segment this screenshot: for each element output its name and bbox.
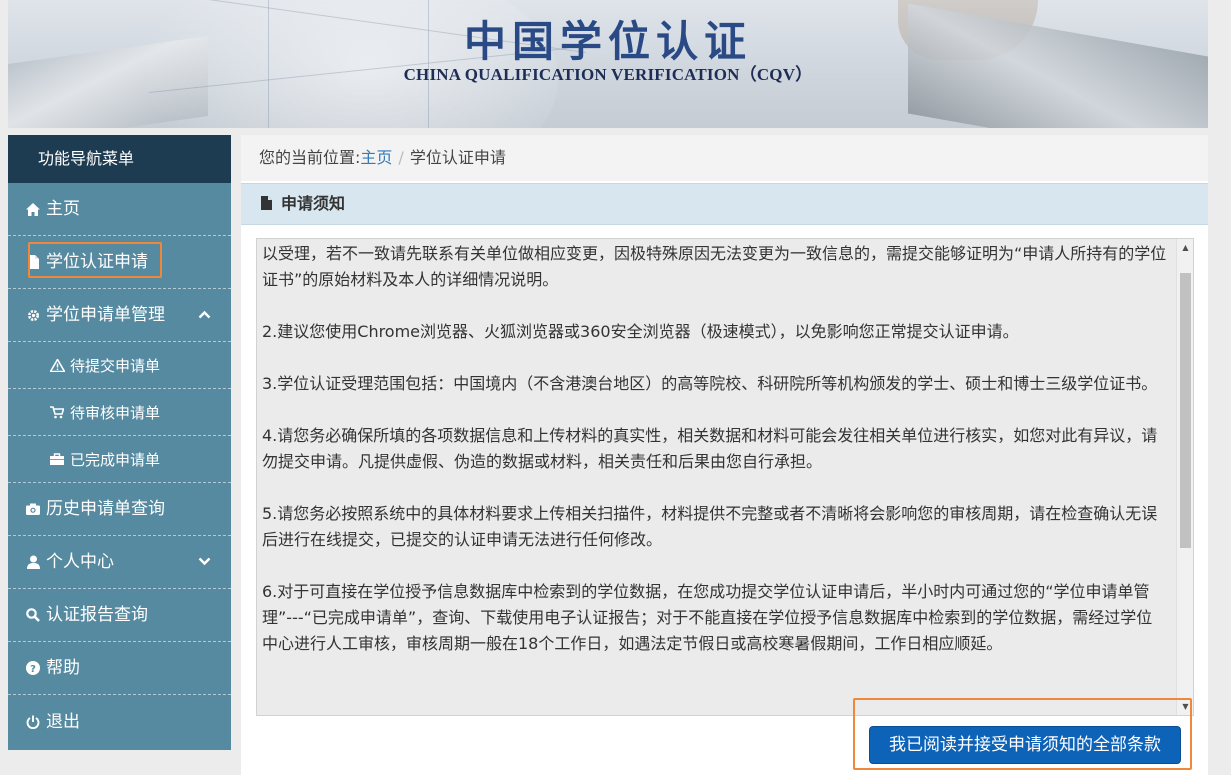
breadcrumb-home-link[interactable]: 主页 [360,148,392,167]
sidebar-subitem-pending-review[interactable]: 待审核申请单 [8,389,231,436]
sidebar-item-degree-application[interactable]: 学位认证申请 [8,236,231,289]
warning-icon [48,358,66,372]
terms-paragraph: 4.请您务必确保所填的各项数据信息和上传材料的真实性，相关数据和材料可能会发往相… [262,426,1158,471]
breadcrumb: 您的当前位置:主页 / 学位认证申请 [241,135,1208,181]
scrollbar-thumb[interactable] [1180,273,1191,548]
sidebar-item-home[interactable]: 主页 [8,183,231,236]
sidebar-item-label: 学位申请单管理 [46,305,165,325]
terms-paragraph: 3.学位认证受理范围包括：中国境内（不含港澳台地区）的高等院校、科研院所等机构颁… [262,374,1158,393]
svg-text:?: ? [30,664,36,675]
breadcrumb-prefix: 您的当前位置: [259,148,361,167]
sidebar-item-label: 历史申请单查询 [46,499,165,519]
gear-icon [24,309,42,322]
sidebar-item-application-management[interactable]: 学位申请单管理 [8,289,231,342]
power-icon [24,715,42,729]
chevron-down-icon [198,536,211,588]
chevron-up-icon [198,289,211,341]
sidebar-item-label: 帮助 [46,658,80,678]
terms-paragraph: 6.对于可直接在学位授予信息数据库中检索到的学位数据，在您成功提交学位认证申请后… [262,582,1153,653]
highlight-box [853,698,1192,770]
vertical-scrollbar[interactable]: ▲ ▼ [1176,239,1193,715]
camera-icon [24,503,42,515]
sidebar-item-logout[interactable]: 退出 [8,695,231,748]
search-icon [24,608,42,622]
sidebar-item-personal-center[interactable]: 个人中心 [8,536,231,589]
terms-paragraph: 1.关于学位获得者本人提供认证服务，申请人提交的学位证书所载明的个人信息与注册时… [262,244,1167,289]
sidebar-nav: 功能导航菜单 主页 学位认证申请 学位申请单管理 待提交申请单 待审核申请单 已… [8,135,231,750]
sidebar-subitem-pending-submit[interactable]: 待提交申请单 [8,342,231,389]
terms-content: 1.关于学位获得者本人提供认证服务，申请人提交的学位证书所载明的个人信息与注册时… [262,239,1167,683]
site-title-en: CHINA QUALIFICATION VERIFICATION（CQV） [403,65,813,84]
breadcrumb-separator: / [398,148,404,167]
user-icon [24,555,42,569]
sidebar-header: 功能导航菜单 [8,135,231,183]
cart-icon [48,405,66,419]
sidebar-item-history-query[interactable]: 历史申请单查询 [8,483,231,536]
sidebar-item-label: 认证报告查询 [46,605,148,625]
breadcrumb-current: 学位认证申请 [409,148,506,167]
sidebar-item-label: 退出 [46,711,80,732]
sidebar-subitem-label: 待审核申请单 [70,403,161,422]
sidebar-item-label: 主页 [46,199,80,219]
home-icon [24,202,42,216]
highlight-box [28,242,162,278]
scroll-up-arrow-icon[interactable]: ▲ [1177,239,1193,256]
briefcase-icon [48,453,66,465]
help-icon: ? [24,661,42,675]
sidebar-subitem-label: 待提交申请单 [70,356,161,375]
terms-paragraph: 5.请您务必按照系统中的具体材料要求上传相关扫描件，材料提供不完整或者不清晰将会… [262,504,1158,549]
sidebar-item-help[interactable]: ? 帮助 [8,642,231,695]
main-content: 您的当前位置:主页 / 学位认证申请 申请须知 1.关于学位获得者本人提供认证服务，… [241,135,1208,775]
sidebar-subitem-completed[interactable]: 已完成申请单 [8,436,231,483]
panel-header: 申请须知 [241,183,1208,225]
terms-scroll-area[interactable]: 1.关于学位获得者本人提供认证服务，申请人提交的学位证书所载明的个人信息与注册时… [256,238,1194,716]
panel-title: 申请须知 [281,194,346,213]
terms-paragraph: 2.建议您使用Chrome浏览器、火狐浏览器或360安全浏览器（极速模式），以免… [262,322,1019,341]
site-banner: 中国学位认证 CHINA QUALIFICATION VERIFICATION（… [8,0,1208,128]
sidebar-item-report-query[interactable]: 认证报告查询 [8,589,231,642]
sidebar-item-label: 个人中心 [46,552,114,572]
sidebar-subitem-label: 已完成申请单 [70,450,161,469]
file-icon [261,185,273,210]
